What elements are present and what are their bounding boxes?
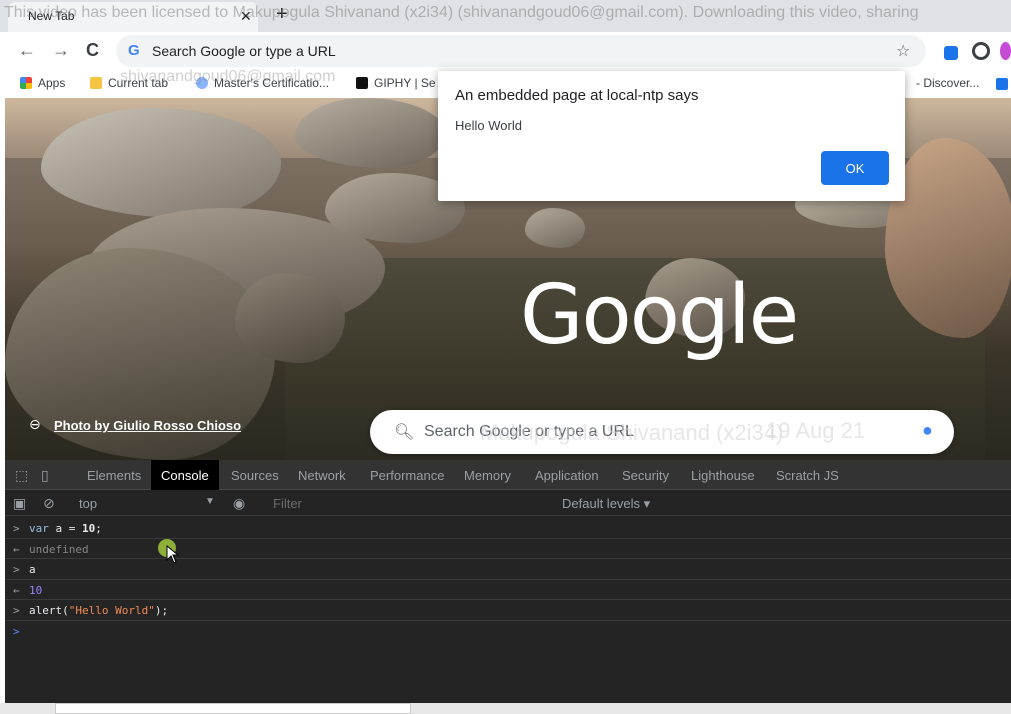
profile-avatar[interactable] [1000,42,1011,60]
background-rock [235,273,345,363]
bookmark-giphy[interactable]: GIPHY | Se [356,76,436,90]
console-result-text: undefined [29,542,89,556]
console-result-text: 10 [29,583,43,597]
watermark-email: shivanandgoud06@gmail.com [120,68,336,85]
tab-memory[interactable]: Memory [464,468,511,483]
giphy-icon [356,77,368,89]
forward-button[interactable]: → [52,40,70,61]
address-placeholder: Search Google or type a URL [152,43,336,59]
eye-icon[interactable]: ◉ [233,495,245,512]
apps-grid-icon [20,77,32,89]
console-toolbar: ▣ ⊘ top ▼ ◉ Filter Default levels ▾ [5,490,1011,516]
bookmark-icon[interactable] [996,78,1008,90]
close-icon[interactable]: ✕ [240,8,252,25]
context-selector[interactable]: top [79,496,97,511]
console-input-text: alert("Hello World"); [29,604,169,618]
folder-icon [90,77,102,89]
tab-console[interactable]: Console [151,460,219,490]
ntp-search-placeholder: Search Google or type a URL [424,423,634,440]
microphone-icon[interactable]: ● [922,420,933,441]
background-rock [295,98,445,168]
prompt-icon: > [13,604,20,618]
ok-button[interactable]: OK [821,151,889,185]
chevron-down-icon: ▼ [205,496,215,507]
prompt-icon: > [13,522,20,535]
return-arrow-icon: ← [13,542,20,556]
inspect-element-icon[interactable]: ⬚ [15,467,28,484]
background-rock [525,208,585,248]
link-icon: ⊖ [29,416,41,432]
taskbar [0,703,1011,714]
bookmark-discover[interactable]: - Discover... [916,76,979,90]
tab-application[interactable]: Application [535,468,599,483]
console-line: ← undefined [5,539,1011,560]
alert-dialog: An embedded page at local-ntp says Hello… [438,71,905,201]
prompt-icon: > [13,563,20,577]
search-icon: 🔍︎ [394,424,415,441]
sidebar-toggle-icon[interactable]: ▣ [13,495,26,512]
devtools-panel: ⬚ ▯ Elements Console Sources Network Per… [5,460,1011,703]
extension-circle-icon[interactable] [972,42,990,60]
tab-scratch-js[interactable]: Scratch JS [776,468,839,483]
back-button[interactable]: ← [18,40,36,61]
console-input-text: a [29,563,36,577]
mouse-pointer-icon [166,545,180,564]
tab-lighthouse[interactable]: Lighthouse [691,468,755,483]
bookmark-star-icon[interactable]: ☆ [896,41,910,61]
bookmark-apps[interactable]: Apps [20,76,65,90]
browser-toolbar: ← → C G Search Google or type a URL ☆ [0,32,1011,70]
devtools-tab-bar: ⬚ ▯ Elements Console Sources Network Per… [5,460,1011,490]
address-bar[interactable]: G Search Google or type a URL ☆ [116,35,926,67]
console-line: > a [5,559,1011,580]
device-toolbar-icon[interactable]: ▯ [41,467,49,484]
tab-security[interactable]: Security [622,468,669,483]
taskbar-search[interactable] [55,703,411,714]
google-logo: Google [520,268,799,363]
reload-button[interactable]: C [86,40,99,61]
google-g-icon: G [128,42,140,59]
tab-strip: New Tab ✕ + This video has been licensed… [0,0,1011,32]
console-prompt-line[interactable]: > [5,621,1011,642]
tab-title: New Tab [28,9,75,23]
console-line: ← 10 [5,580,1011,601]
tab-new-tab[interactable]: New Tab ✕ [8,2,258,32]
tab-elements[interactable]: Elements [87,468,141,483]
clear-console-icon[interactable]: ⊘ [43,495,55,512]
console-filter-input[interactable]: Filter [273,496,302,511]
console-output: > var a = 10; ← undefined > a ← 10 > ale… [5,518,1011,642]
dialog-title: An embedded page at local-ntp says [455,87,699,104]
photo-credit-link[interactable]: Photo by Giulio Rosso Chioso [54,418,241,433]
dialog-message: Hello World [455,118,522,133]
tab-network[interactable]: Network [298,468,346,483]
tab-performance[interactable]: Performance [370,468,444,483]
console-input-text: var a = 10; [29,522,102,535]
bookmark-label: GIPHY | Se [374,76,436,90]
console-line: > alert("Hello World"); [5,600,1011,621]
ntp-search-box[interactable]: 🔍︎ Search Google or type a URL ● [370,410,954,454]
console-line: > var a = 10; [5,518,1011,539]
prompt-icon: > [13,624,20,638]
new-tab-button[interactable]: + [276,3,288,26]
tab-sources[interactable]: Sources [231,468,279,483]
background-rock [41,108,281,218]
log-levels-dropdown[interactable]: Default levels ▾ [562,496,650,512]
return-arrow-icon: ← [13,583,20,597]
bookmark-label: Apps [38,76,66,90]
extension-pen-icon[interactable] [944,46,958,60]
